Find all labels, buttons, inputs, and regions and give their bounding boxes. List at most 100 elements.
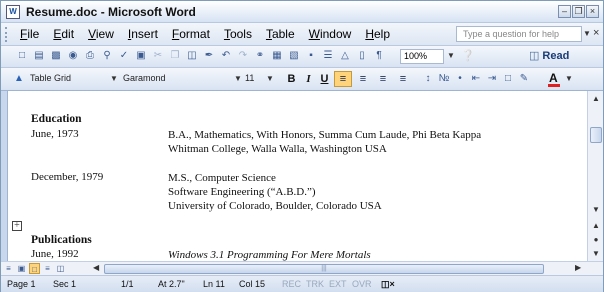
font-size-field[interactable]: 11 (245, 72, 265, 87)
horizontal-scroll-thumb[interactable]: ||| (104, 264, 544, 274)
menu-insert[interactable]: Insert (121, 27, 165, 41)
paste-icon[interactable]: ◫ (185, 49, 199, 63)
status-column: Col 15 (239, 279, 266, 289)
menu-table[interactable]: Table (259, 27, 302, 41)
tables-borders-icon[interactable]: ▦ (270, 49, 284, 63)
spelling-status-icon[interactable]: ◫× (381, 279, 395, 290)
status-rec[interactable]: REC (282, 279, 301, 289)
format-painter-icon[interactable]: ✒ (202, 49, 216, 63)
font-dropdown-icon[interactable]: ▼ (234, 74, 242, 83)
style-dropdown-icon[interactable]: ▼ (110, 74, 118, 83)
decrease-indent-icon[interactable]: ⇤ (469, 71, 483, 87)
status-trk[interactable]: TRK (306, 279, 324, 289)
align-right-icon[interactable]: ≡ (374, 71, 392, 87)
close-button[interactable]: × (586, 5, 599, 18)
styles-pane-icon[interactable]: ▲ (14, 73, 24, 84)
menu-format[interactable]: Format (165, 27, 217, 41)
justify-icon[interactable]: ≡ (394, 71, 412, 87)
font-size-dropdown-icon[interactable]: ▼ (266, 74, 274, 83)
menu-tools[interactable]: Tools (217, 27, 259, 41)
scroll-up-icon[interactable]: ▲ (589, 92, 603, 106)
previous-page-icon[interactable]: ▲ (589, 219, 603, 233)
document-map-icon[interactable]: ▯ (355, 49, 369, 63)
close-document-icon[interactable]: × (593, 27, 599, 39)
list-indent-buttons: ↕ № • ⇤ ⇥ □ ✎ (421, 71, 531, 87)
standard-toolbar: □ ▤ ▩ ◉ ⎙ ⚲ ✓ ▣ ✂ ❐ ◫ ✒ ↶ ↷ ⚭ ▦ ▧ ▪ ☰ △ … (1, 46, 603, 68)
vertical-scrollbar[interactable]: ▲ ▼ ▲ ● ▼ (587, 91, 603, 261)
minimize-button[interactable]: – (558, 5, 571, 18)
help-search-input[interactable]: Type a question for help (456, 26, 582, 42)
italic-button[interactable]: I (301, 72, 316, 87)
menu-file[interactable]: File (13, 27, 46, 41)
print-layout-icon[interactable]: □ (29, 263, 40, 274)
drawing-icon[interactable]: △ (338, 49, 352, 63)
normal-view-icon[interactable]: ≡ (3, 263, 14, 274)
education-detail-2: M.S., Computer Science Software Engineer… (168, 171, 382, 213)
select-browse-object-icon[interactable]: ● (589, 233, 603, 247)
print-preview-icon[interactable]: ⚲ (100, 49, 114, 63)
spelling-icon[interactable]: ✓ (117, 49, 131, 63)
show-hide-icon[interactable]: ¶ (372, 49, 386, 63)
zoom-field[interactable]: 100% (400, 49, 444, 64)
save-icon[interactable]: ▩ (49, 49, 63, 63)
borders-icon[interactable]: □ (501, 71, 515, 87)
menu-grip-handle[interactable] (5, 27, 8, 42)
font-color-dropdown-icon[interactable]: ▼ (565, 74, 573, 83)
zoom-dropdown-icon[interactable]: ▼ (447, 51, 455, 60)
bullets-icon[interactable]: • (453, 71, 467, 87)
status-bar: Page 1 Sec 1 1/1 At 2.7" Ln 11 Col 15 RE… (1, 275, 603, 292)
cut-icon[interactable]: ✂ (151, 49, 165, 63)
web-layout-icon[interactable]: ▣ (16, 263, 27, 274)
bold-button[interactable]: B (284, 72, 299, 87)
highlight-icon[interactable]: ✎ (517, 71, 531, 87)
menu-help[interactable]: Help (358, 27, 397, 41)
view-buttons: ≡ ▣ □ ≡ ◫ (3, 263, 66, 274)
status-ext[interactable]: EXT (329, 279, 347, 289)
window-controls: – ❐ × (558, 5, 599, 18)
menu-edit[interactable]: Edit (46, 27, 81, 41)
menu-view[interactable]: View (81, 27, 121, 41)
menu-window[interactable]: Window (302, 27, 359, 41)
reading-layout-icon[interactable]: ◫ (55, 263, 66, 274)
insert-excel-icon[interactable]: ▪ (304, 49, 318, 63)
horizontal-scroll-row: ≡ ▣ □ ≡ ◫ ◀ ||| ▶ (1, 261, 603, 275)
vertical-scroll-thumb[interactable] (590, 127, 602, 143)
redo-icon[interactable]: ↷ (236, 49, 250, 63)
numbering-icon[interactable]: № (437, 71, 451, 87)
scroll-left-icon[interactable]: ◀ (93, 263, 99, 272)
line-spacing-icon[interactable]: ↕ (421, 71, 435, 87)
document-area[interactable]: Education June, 1973 B.A., Mathematics, … (7, 91, 587, 261)
print-icon[interactable]: ⎙ (83, 49, 97, 63)
increase-indent-icon[interactable]: ⇥ (485, 71, 499, 87)
columns-icon[interactable]: ☰ (321, 49, 335, 63)
font-field[interactable]: Garamond (121, 72, 231, 87)
read-book-icon: ◫ (529, 50, 540, 62)
style-field[interactable]: Table Grid (28, 72, 106, 87)
open-folder-icon[interactable]: ▤ (32, 49, 46, 63)
education-heading: Education (31, 113, 82, 125)
next-page-icon[interactable]: ▼ (589, 247, 603, 261)
outline-view-icon[interactable]: ≡ (42, 263, 53, 274)
status-ovr[interactable]: OVR (352, 279, 372, 289)
permission-icon[interactable]: ◉ (66, 49, 80, 63)
help-icon[interactable]: ❔ (461, 49, 475, 62)
new-document-icon[interactable]: □ (15, 49, 29, 63)
align-left-icon[interactable]: ≡ (334, 71, 352, 87)
publications-heading: Publications (31, 234, 92, 246)
scroll-right-icon[interactable]: ▶ (575, 263, 581, 272)
underline-button[interactable]: U (317, 72, 332, 87)
restore-button[interactable]: ❐ (572, 5, 585, 18)
align-center-icon[interactable]: ≡ (354, 71, 372, 87)
font-color-button[interactable]: A (549, 71, 558, 85)
education-date-1: June, 1973 (31, 128, 79, 140)
help-dropdown-icon[interactable]: ▼ (583, 29, 591, 38)
undo-icon[interactable]: ↶ (219, 49, 233, 63)
copy-icon[interactable]: ❐ (168, 49, 182, 63)
table-move-handle-icon[interactable]: + (12, 221, 22, 231)
hyperlink-icon[interactable]: ⚭ (253, 49, 267, 63)
research-icon[interactable]: ▣ (134, 49, 148, 63)
read-button[interactable]: ◫ Read (529, 49, 569, 62)
word-app-icon[interactable]: W (6, 5, 20, 19)
scroll-down-icon[interactable]: ▼ (589, 203, 603, 217)
insert-table-icon[interactable]: ▧ (287, 49, 301, 63)
